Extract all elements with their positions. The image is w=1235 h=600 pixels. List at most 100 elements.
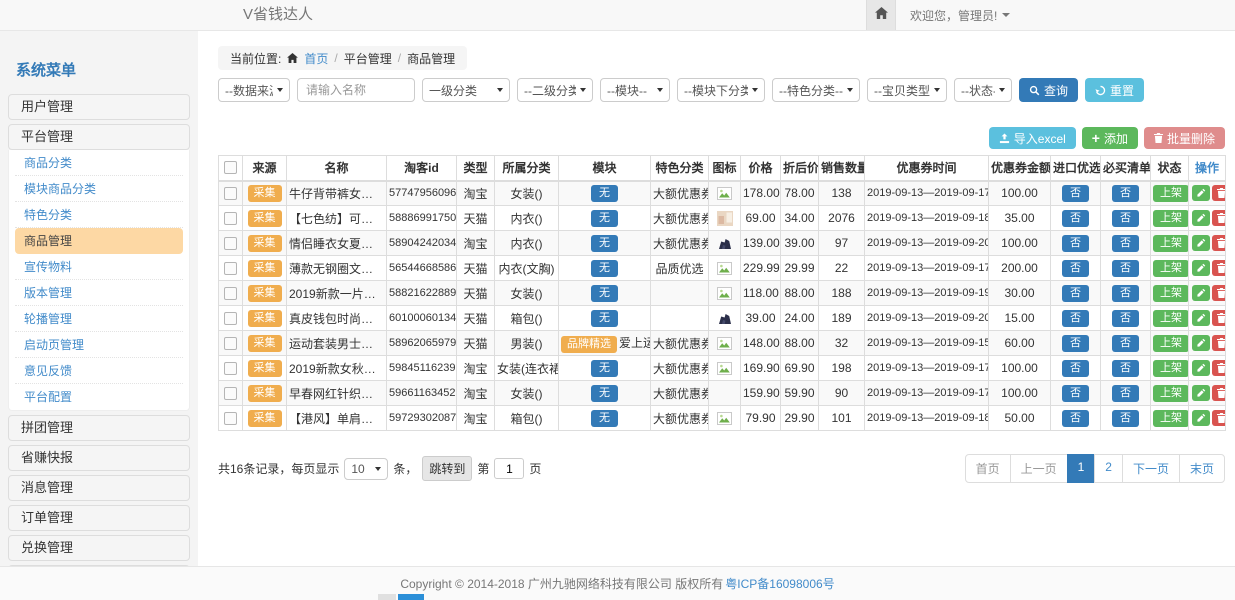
edit-button[interactable] (1192, 385, 1210, 401)
filter-name-input[interactable] (297, 78, 415, 102)
filter-select-module[interactable]: --模块-- (600, 78, 670, 102)
reset-button[interactable]: 重置 (1085, 78, 1144, 102)
delete-button[interactable] (1212, 185, 1226, 201)
delete-button[interactable] (1212, 410, 1226, 426)
breadcrumb-home-link[interactable]: 首页 (304, 50, 328, 67)
delete-button[interactable] (1212, 285, 1226, 301)
sidebar-link[interactable]: 模块商品分类 (15, 176, 183, 202)
must-buy-toggle[interactable]: 否 (1112, 335, 1139, 352)
row-checkbox[interactable] (224, 312, 237, 325)
filter-select-item-type[interactable]: --宝贝类型-- (867, 78, 947, 102)
import-optional-toggle[interactable]: 否 (1062, 360, 1089, 377)
delete-button[interactable] (1212, 210, 1226, 226)
module-badge[interactable]: 无 (591, 235, 618, 252)
select-all-checkbox[interactable] (224, 161, 237, 174)
delete-button[interactable] (1212, 310, 1226, 326)
sidebar-section[interactable]: 订单管理 (8, 505, 190, 531)
status-badge[interactable]: 上架 (1153, 260, 1189, 277)
sidebar-section[interactable]: 兑换管理 (8, 535, 190, 561)
sidebar-link[interactable]: 商品管理 (15, 228, 183, 254)
sidebar-section[interactable]: 平台管理 (8, 124, 190, 150)
status-badge[interactable]: 上架 (1153, 185, 1189, 202)
row-checkbox[interactable] (224, 337, 237, 350)
row-checkbox[interactable] (224, 362, 237, 375)
pager-item[interactable]: 2 (1094, 454, 1123, 483)
pager-current-page[interactable]: 1 (1067, 454, 1096, 483)
sidebar-section[interactable]: 用户管理 (8, 94, 190, 120)
delete-button[interactable] (1212, 360, 1226, 376)
module-badge[interactable]: 无 (591, 285, 618, 302)
status-badge[interactable]: 上架 (1153, 285, 1189, 302)
sidebar-section[interactable]: 省赚快报 (8, 445, 190, 471)
row-checkbox[interactable] (224, 187, 237, 200)
module-badge[interactable]: 无 (591, 310, 618, 327)
edit-button[interactable] (1192, 285, 1210, 301)
sidebar-link[interactable]: 启动页管理 (15, 332, 183, 358)
sidebar-link[interactable]: 特色分类 (15, 202, 183, 228)
row-checkbox[interactable] (224, 412, 237, 425)
row-checkbox[interactable] (224, 212, 237, 225)
must-buy-toggle[interactable]: 否 (1112, 185, 1139, 202)
jump-button[interactable]: 跳转到 (422, 456, 472, 481)
status-badge[interactable]: 上架 (1153, 235, 1189, 252)
query-button[interactable]: 查询 (1019, 78, 1078, 102)
module-badge[interactable]: 无 (591, 260, 618, 277)
row-checkbox[interactable] (224, 262, 237, 275)
row-checkbox[interactable] (224, 237, 237, 250)
status-badge[interactable]: 上架 (1153, 335, 1189, 352)
import-optional-toggle[interactable]: 否 (1062, 285, 1089, 302)
edit-button[interactable] (1192, 410, 1210, 426)
edit-button[interactable] (1192, 260, 1210, 276)
filter-select-status[interactable]: --状态-- (954, 78, 1012, 102)
import-optional-toggle[interactable]: 否 (1062, 235, 1089, 252)
module-badge[interactable]: 无 (591, 360, 618, 377)
sidebar-section[interactable]: 拼团管理 (8, 415, 190, 441)
filter-select-module-sub[interactable]: --模块下分类-- (677, 78, 765, 102)
filter-select-feature-category[interactable]: --特色分类-- (772, 78, 860, 102)
must-buy-toggle[interactable]: 否 (1112, 310, 1139, 327)
add-button[interactable]: + 添加 (1082, 127, 1138, 149)
must-buy-toggle[interactable]: 否 (1112, 410, 1139, 427)
import-optional-toggle[interactable]: 否 (1062, 310, 1089, 327)
pager-item[interactable]: 首页 (965, 454, 1011, 483)
status-badge[interactable]: 上架 (1153, 210, 1189, 227)
home-button[interactable] (866, 0, 896, 30)
delete-button[interactable] (1212, 335, 1226, 351)
import-optional-toggle[interactable]: 否 (1062, 185, 1089, 202)
pager-item[interactable]: 末页 (1179, 454, 1225, 483)
sidebar-section[interactable]: 消息管理 (8, 475, 190, 501)
edit-button[interactable] (1192, 210, 1210, 226)
must-buy-toggle[interactable]: 否 (1112, 235, 1139, 252)
row-checkbox[interactable] (224, 387, 237, 400)
import-optional-toggle[interactable]: 否 (1062, 260, 1089, 277)
edit-button[interactable] (1192, 235, 1210, 251)
module-badge[interactable]: 品牌精选 (561, 336, 617, 353)
status-badge[interactable]: 上架 (1153, 360, 1189, 377)
status-badge[interactable]: 上架 (1153, 410, 1189, 427)
status-badge[interactable]: 上架 (1153, 385, 1189, 402)
delete-button[interactable] (1212, 385, 1226, 401)
import-excel-button[interactable]: 导入excel (989, 127, 1076, 149)
module-badge[interactable]: 无 (591, 385, 618, 402)
module-badge[interactable]: 无 (591, 185, 618, 202)
delete-button[interactable] (1212, 235, 1226, 251)
must-buy-toggle[interactable]: 否 (1112, 285, 1139, 302)
sidebar-link[interactable]: 平台配置 (15, 384, 183, 410)
row-checkbox[interactable] (224, 287, 237, 300)
must-buy-toggle[interactable]: 否 (1112, 210, 1139, 227)
pager-item[interactable]: 上一页 (1010, 454, 1068, 483)
sidebar-link[interactable]: 宣传物料 (15, 254, 183, 280)
sidebar-link[interactable]: 轮播管理 (15, 306, 183, 332)
filter-select-category-level1[interactable]: 一级分类 (422, 78, 510, 102)
import-optional-toggle[interactable]: 否 (1062, 210, 1089, 227)
import-optional-toggle[interactable]: 否 (1062, 385, 1089, 402)
batch-delete-button[interactable]: 批量删除 (1144, 127, 1225, 149)
delete-button[interactable] (1212, 260, 1226, 276)
edit-button[interactable] (1192, 185, 1210, 201)
filter-select-data-source[interactable]: --数据来源-- (218, 78, 290, 102)
icp-link[interactable]: 粤ICP备16098006号 (725, 575, 834, 592)
sidebar-link[interactable]: 版本管理 (15, 280, 183, 306)
edit-button[interactable] (1192, 335, 1210, 351)
sidebar-link[interactable]: 意见反馈 (15, 358, 183, 384)
must-buy-toggle[interactable]: 否 (1112, 260, 1139, 277)
